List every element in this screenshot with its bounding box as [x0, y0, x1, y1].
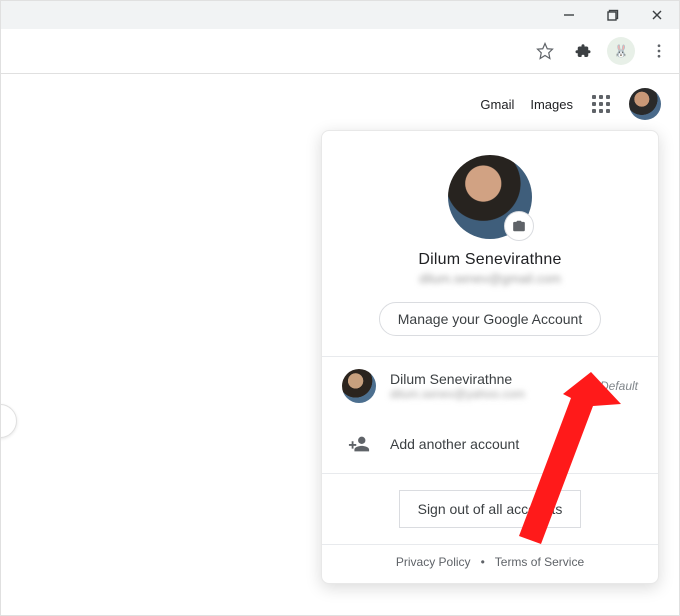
account-row-email: dilum.senev@yahoo.com: [390, 387, 586, 401]
maximize-button[interactable]: [591, 1, 635, 29]
account-row-name: Dilum Senevirathne: [390, 371, 586, 387]
sign-out-button[interactable]: Sign out of all accounts: [399, 490, 582, 528]
account-avatar-small: [342, 369, 376, 403]
images-link[interactable]: Images: [530, 97, 573, 112]
google-nav: Gmail Images: [480, 88, 661, 120]
account-avatar-button[interactable]: [629, 88, 661, 120]
account-row-default[interactable]: Dilum Senevirathne dilum.senev@yahoo.com…: [322, 357, 658, 415]
account-dropdown: Dilum Senevirathne dilum.senev@gmail.com…: [321, 130, 659, 584]
change-photo-button[interactable]: [504, 211, 534, 241]
add-account-label: Add another account: [390, 436, 519, 452]
extensions-puzzle-icon[interactable]: [569, 37, 597, 65]
add-account-row[interactable]: Add another account: [322, 415, 658, 473]
bookmark-star-icon[interactable]: [531, 37, 559, 65]
user-email: dilum.senev@gmail.com: [419, 271, 561, 286]
browser-profile-chip[interactable]: 🐰: [607, 37, 635, 65]
browser-menu-icon[interactable]: [645, 37, 673, 65]
google-apps-icon[interactable]: [589, 92, 613, 116]
user-display-name: Dilum Senevirathne: [418, 251, 561, 269]
separator-dot: •: [481, 555, 485, 569]
privacy-policy-link[interactable]: Privacy Policy: [396, 555, 471, 569]
gmail-link[interactable]: Gmail: [480, 97, 514, 112]
manage-account-button[interactable]: Manage your Google Account: [379, 302, 601, 336]
dropdown-footer: Privacy Policy • Terms of Service: [322, 545, 658, 573]
browser-toolbar: 🐰: [1, 29, 679, 74]
window-titlebar: [1, 1, 679, 29]
default-badge: Default: [600, 379, 638, 393]
minimize-button[interactable]: [547, 1, 591, 29]
close-button[interactable]: [635, 1, 679, 29]
viewport: 🐰 Gmail Images Dilum Senevi: [0, 0, 680, 616]
page-content: Gmail Images Dilum Senevirathne dilum.se…: [1, 74, 679, 616]
avatar-wrap: [448, 155, 532, 239]
dropdown-header: Dilum Senevirathne dilum.senev@gmail.com…: [322, 131, 658, 356]
camera-icon: [512, 219, 526, 233]
person-add-icon: [342, 427, 376, 461]
carousel-nav-circle[interactable]: [0, 404, 17, 438]
terms-link[interactable]: Terms of Service: [495, 555, 584, 569]
